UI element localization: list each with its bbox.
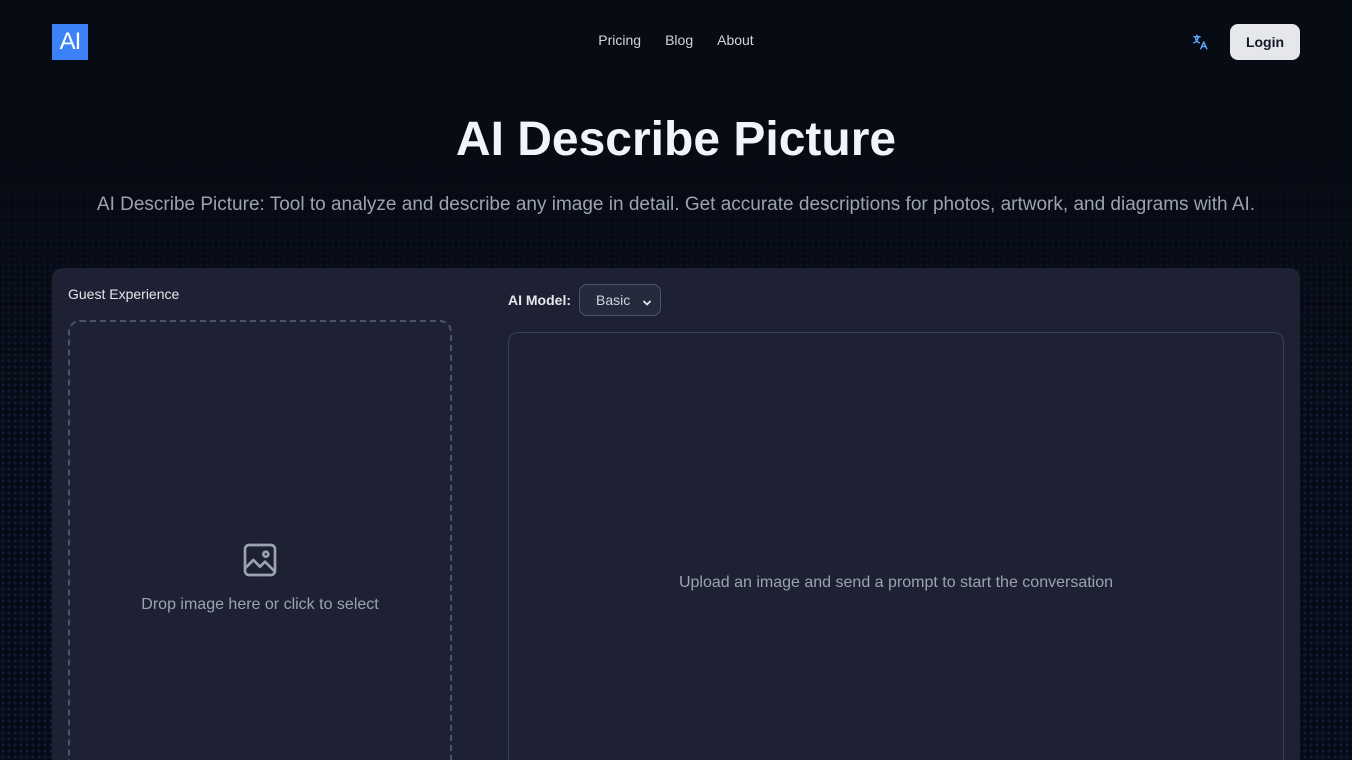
header: AI Pricing Blog About Login [0,0,1352,84]
image-dropzone[interactable]: Drop image here or click to select [68,320,452,760]
translate-icon[interactable] [1190,32,1210,52]
ai-model-label: AI Model: [508,292,571,308]
chevron-down-icon [642,295,652,306]
tool-panel: Guest Experience Drop image here or clic… [52,268,1300,760]
image-icon [240,540,280,580]
main-nav: Pricing Blog About [0,32,1352,48]
dropzone-text: Drop image here or click to select [141,596,379,613]
guest-experience-label: Guest Experience [68,286,180,302]
page-subtitle: AI Describe Picture: Tool to analyze and… [96,194,1256,215]
ai-model-select[interactable]: Basic [579,284,661,316]
chat-area: Upload an image and send a prompt to sta… [508,332,1284,760]
nav-blog[interactable]: Blog [665,32,693,48]
ai-model-selected: Basic [596,292,631,308]
page-title: AI Describe Picture [455,113,897,166]
nav-pricing[interactable]: Pricing [598,32,641,48]
login-button[interactable]: Login [1230,24,1300,60]
chat-placeholder: Upload an image and send a prompt to sta… [678,574,1114,591]
nav-about[interactable]: About [717,32,754,48]
